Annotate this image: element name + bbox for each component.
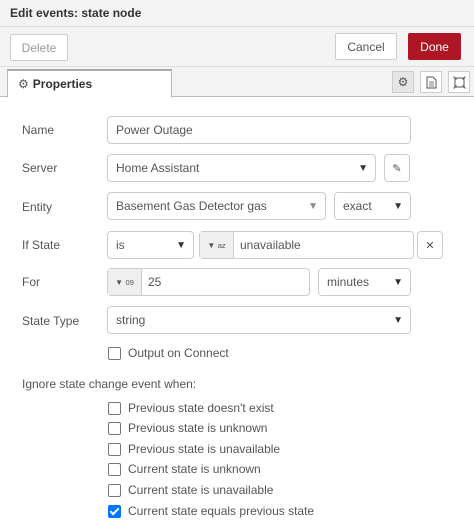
- tab-properties[interactable]: ⚙ Properties: [7, 69, 172, 98]
- properties-tab-gear-icon[interactable]: ⚙: [392, 71, 414, 93]
- name-input[interactable]: Power Outage: [107, 116, 411, 144]
- pencil-icon: ✎: [392, 162, 402, 175]
- appearance-icon[interactable]: [448, 71, 470, 93]
- state-type-select[interactable]: string ▼: [107, 306, 411, 334]
- ignore-option-row[interactable]: Current state equals previous state: [108, 504, 314, 518]
- if-state-operator-value: is: [116, 238, 125, 252]
- chevron-down-icon: ▼: [358, 163, 368, 174]
- tray-toolbar: Delete Cancel Done: [0, 27, 474, 67]
- if-state-label: If State: [22, 238, 61, 252]
- entity-value: Basement Gas Detector gas: [116, 199, 267, 213]
- server-label: Server: [22, 161, 58, 175]
- chevron-down-icon: ▼: [393, 277, 403, 288]
- number-type-sub: 9: [129, 277, 134, 287]
- server-value: Home Assistant: [116, 161, 200, 175]
- ignore-option-label: Previous state doesn't exist: [128, 401, 274, 415]
- cancel-button[interactable]: Cancel: [335, 33, 397, 60]
- ignore-current-unknown-checkbox[interactable]: [108, 462, 121, 476]
- chevron-down-icon: ▼: [393, 201, 403, 212]
- done-button[interactable]: Done: [408, 33, 461, 60]
- if-state-value: unavailable: [240, 238, 301, 252]
- name-label: Name: [22, 123, 55, 137]
- remove-if-state-button[interactable]: ✕: [417, 231, 443, 259]
- state-type-value: string: [116, 313, 146, 327]
- entity-label: Entity: [22, 200, 53, 214]
- ignore-option-row[interactable]: Current state is unknown: [108, 462, 261, 476]
- ignore-current-equals-prev-checkbox[interactable]: [108, 504, 121, 518]
- output-on-connect-row[interactable]: Output on Connect: [108, 346, 229, 360]
- output-on-connect-checkbox[interactable]: [108, 346, 121, 360]
- ignore-option-row[interactable]: Previous state is unavailable: [108, 442, 280, 456]
- tab-bar: ⚙ Properties ⚙: [0, 67, 474, 98]
- tab-properties-label: Properties: [32, 77, 93, 91]
- ignore-option-row[interactable]: Previous state doesn't exist: [108, 401, 274, 415]
- state-type-label: State Type: [22, 314, 80, 328]
- close-icon: ✕: [425, 239, 435, 252]
- delete-button[interactable]: Delete: [10, 34, 68, 61]
- chevron-down-icon: ▼: [308, 201, 318, 212]
- description-icon[interactable]: [420, 71, 442, 93]
- number-type-selector[interactable]: ▼ 09: [108, 269, 142, 295]
- ignore-option-label: Previous state is unavailable: [128, 442, 281, 456]
- entity-select[interactable]: Basement Gas Detector gas ▼: [107, 192, 326, 220]
- string-type-sub: z: [221, 240, 226, 250]
- for-value: 25: [148, 275, 162, 289]
- ignore-prev-not-exist-checkbox[interactable]: [108, 401, 121, 415]
- ignore-option-label: Current state equals previous state: [128, 504, 315, 518]
- ignore-option-label: Previous state is unknown: [128, 421, 268, 435]
- tray-header: Edit events: state node: [0, 0, 474, 27]
- ignore-prev-unknown-checkbox[interactable]: [108, 421, 121, 435]
- ignore-prev-unavailable-checkbox[interactable]: [108, 442, 121, 456]
- for-unit-value: minutes: [327, 275, 370, 289]
- entity-match-select[interactable]: exact ▼: [334, 192, 411, 220]
- chevron-down-icon: ▼: [176, 240, 186, 251]
- entity-match-value: exact: [343, 199, 372, 213]
- string-type-selector[interactable]: ▼ az: [200, 232, 234, 258]
- ignore-option-label: Current state is unknown: [128, 462, 261, 476]
- ignore-heading: Ignore state change event when:: [22, 377, 197, 391]
- ignore-current-unavailable-checkbox[interactable]: [108, 483, 121, 497]
- output-on-connect-label: Output on Connect: [128, 346, 229, 360]
- ignore-option-row[interactable]: Current state is unavailable: [108, 483, 273, 497]
- gear-icon: ⚙: [18, 77, 29, 91]
- ignore-option-row[interactable]: Previous state is unknown: [108, 421, 267, 435]
- tray-title: Edit events: state node: [10, 6, 142, 20]
- for-label: For: [22, 275, 40, 289]
- edit-server-button[interactable]: ✎: [384, 154, 410, 182]
- properties-panel: Name Power Outage Server Home Assistant …: [0, 98, 474, 530]
- server-select[interactable]: Home Assistant ▼: [107, 154, 376, 182]
- for-typed-input[interactable]: ▼ 09 25: [107, 268, 310, 296]
- for-unit-select[interactable]: minutes ▼: [318, 268, 411, 296]
- if-state-operator-select[interactable]: is ▼: [107, 231, 194, 259]
- ignore-option-label: Current state is unavailable: [128, 483, 274, 497]
- chevron-down-icon: ▼: [393, 315, 403, 326]
- if-state-typed-input[interactable]: ▼ az unavailable: [199, 231, 414, 259]
